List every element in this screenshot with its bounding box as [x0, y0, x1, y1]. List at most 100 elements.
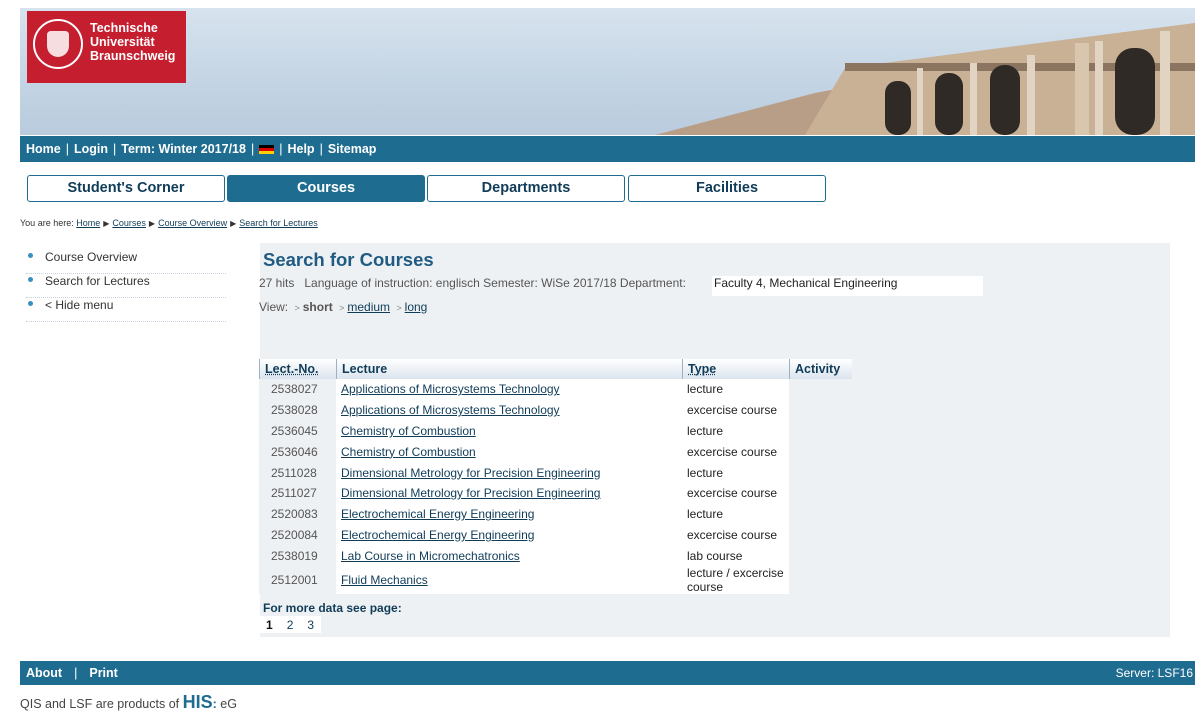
view-medium-link[interactable]: medium	[347, 300, 390, 314]
menu-item-course-overview[interactable]: Course Overview	[26, 250, 226, 274]
lecture-type: excercise course	[682, 399, 789, 421]
university-building-image	[655, 23, 1195, 135]
results-table: Lect.-No. Lecture Type Activity 2538027 …	[259, 359, 852, 595]
nav-term-label[interactable]: Term: Winter 2017/18	[121, 142, 246, 156]
breadcrumb-course-overview[interactable]: Course Overview	[158, 218, 227, 228]
lecture-activity	[789, 545, 852, 567]
bullet-icon	[28, 301, 33, 306]
search-summary: 27 hits Language of instruction: englisc…	[259, 276, 686, 290]
breadcrumb-arrow-icon: ▶	[103, 219, 110, 228]
lecture-number: 2511027	[259, 482, 336, 504]
lecture-type: lecture	[682, 420, 789, 442]
lecture-link[interactable]: Applications of Microsystems Technology	[341, 403, 560, 417]
bullet-icon	[28, 277, 33, 282]
table-row: 2511028 Dimensional Metrology for Precis…	[259, 462, 852, 483]
page-3[interactable]: 3	[300, 616, 321, 634]
tab-students-corner[interactable]: Student's Corner	[27, 175, 225, 202]
hit-count: 27 hits	[259, 276, 295, 290]
view-short[interactable]: short	[303, 300, 333, 314]
breadcrumb-arrow-icon: ▶	[230, 219, 237, 228]
column-header-number[interactable]: Lect.-No.	[259, 359, 336, 379]
lecture-number: 2538027	[259, 379, 336, 400]
arrow-icon: >	[294, 303, 300, 313]
breadcrumb-search[interactable]: Search for Lectures	[239, 218, 318, 228]
nav-login-link[interactable]: Login	[74, 142, 108, 156]
lecture-link[interactable]: Electrochemical Energy Engineering	[341, 528, 534, 542]
lecture-type: lecture	[682, 462, 789, 483]
column-header-lecture[interactable]: Lecture	[336, 359, 682, 379]
table-row: 2511027 Dimensional Metrology for Precis…	[259, 482, 852, 504]
lecture-activity	[789, 399, 852, 421]
lecture-activity	[789, 482, 852, 504]
lecture-number: 2520083	[259, 503, 336, 525]
lecture-type: lecture / excercise course	[682, 566, 789, 595]
menu-item-search-for-lectures[interactable]: Search for Lectures	[26, 274, 226, 298]
credits-text: QIS and LSF are products of HIS: eG	[20, 692, 237, 712]
lecture-link[interactable]: Chemistry of Combustion	[341, 424, 476, 438]
lecture-type: excercise course	[682, 524, 789, 546]
university-seal-icon	[33, 19, 83, 69]
server-label: Server: LSF16	[1115, 666, 1193, 680]
lecture-link[interactable]: Fluid Mechanics	[341, 573, 428, 587]
breadcrumb: You are here: Home ▶ Courses ▶ Course Overvi…	[20, 218, 318, 228]
footer-bar: About | Print Server: LSF16	[20, 661, 1195, 685]
lecture-link[interactable]: Electrochemical Energy Engineering	[341, 507, 534, 521]
lecture-number: 2538019	[259, 545, 336, 567]
table-row: 2538027 Applications of Microsystems Tec…	[259, 379, 852, 400]
page-2[interactable]: 2	[280, 616, 301, 634]
breadcrumb-arrow-icon: ▶	[148, 219, 156, 228]
lecture-number: 2511028	[259, 462, 336, 483]
logo-text-line3: Braunschweig	[90, 49, 176, 63]
footer-print-link[interactable]: Print	[89, 666, 117, 680]
table-row: 2512001 Fluid Mechanics lecture / excerc…	[259, 566, 852, 595]
table-row: 2520084 Electrochemical Energy Engineeri…	[259, 524, 852, 546]
nav-sitemap-link[interactable]: Sitemap	[328, 142, 377, 156]
table-row: 2538028 Applications of Microsystems Tec…	[259, 399, 852, 421]
left-menu: Course Overview Search for Lectures < Hi…	[26, 250, 226, 322]
tu-braunschweig-logo[interactable]: Technische Universität Braunschweig	[27, 11, 186, 83]
table-row: 2538019 Lab Course in Micromechatronics …	[259, 545, 852, 567]
page-1[interactable]: 1	[259, 616, 280, 634]
lecture-link[interactable]: Dimensional Metrology for Precision Engi…	[341, 486, 600, 500]
lecture-activity	[789, 462, 852, 483]
column-header-activity: Activity	[789, 359, 852, 379]
top-navigation-bar: Home | Login | Term: Winter 2017/18 | | Help | Si…	[20, 136, 1195, 162]
arrow-icon: >	[339, 303, 345, 313]
lecture-number: 2536045	[259, 420, 336, 442]
lecture-number: 2520084	[259, 524, 336, 546]
lecture-type: lab course	[682, 545, 789, 567]
lecture-number: 2538028	[259, 399, 336, 421]
tab-departments[interactable]: Departments	[427, 175, 625, 202]
table-row: 2536045 Chemistry of Combustion lecture	[259, 420, 852, 442]
pagination: 123	[259, 616, 322, 634]
lecture-type: excercise course	[682, 482, 789, 504]
footer-about-link[interactable]: About	[26, 666, 62, 680]
lecture-activity	[789, 441, 852, 463]
lecture-link[interactable]: Lab Course in Micromechatronics	[341, 549, 520, 563]
department-value: Faculty 4, Mechanical Engineering	[712, 276, 983, 296]
lecture-type: lecture	[682, 379, 789, 400]
lecture-link[interactable]: Chemistry of Combustion	[341, 445, 476, 459]
logo-text-line2: Universität	[90, 35, 155, 49]
breadcrumb-home[interactable]: Home	[76, 218, 100, 228]
column-header-type[interactable]: Type	[682, 359, 789, 379]
his-logo[interactable]: HIS	[183, 692, 213, 712]
menu-item-hide-menu[interactable]: < Hide menu	[26, 298, 226, 322]
lecture-activity	[789, 420, 852, 442]
nav-home-link[interactable]: Home	[26, 142, 61, 156]
lecture-activity	[789, 503, 852, 525]
tab-courses[interactable]: Courses	[227, 175, 425, 202]
table-row: 2520083 Electrochemical Energy Engineeri…	[259, 503, 852, 525]
lecture-link[interactable]: Dimensional Metrology for Precision Engi…	[341, 466, 600, 480]
tab-facilities[interactable]: Facilities	[628, 175, 826, 202]
lecture-activity	[789, 379, 852, 400]
arrow-icon: >	[396, 303, 402, 313]
lecture-link[interactable]: Applications of Microsystems Technology	[341, 382, 560, 396]
breadcrumb-courses[interactable]: Courses	[112, 218, 146, 228]
lecture-number: 2536046	[259, 441, 336, 463]
site-header: Technische Universität Braunschweig	[20, 8, 1195, 135]
view-long-link[interactable]: long	[405, 300, 428, 314]
lecture-activity	[789, 524, 852, 546]
german-flag-icon[interactable]	[259, 145, 275, 155]
nav-help-link[interactable]: Help	[287, 142, 314, 156]
